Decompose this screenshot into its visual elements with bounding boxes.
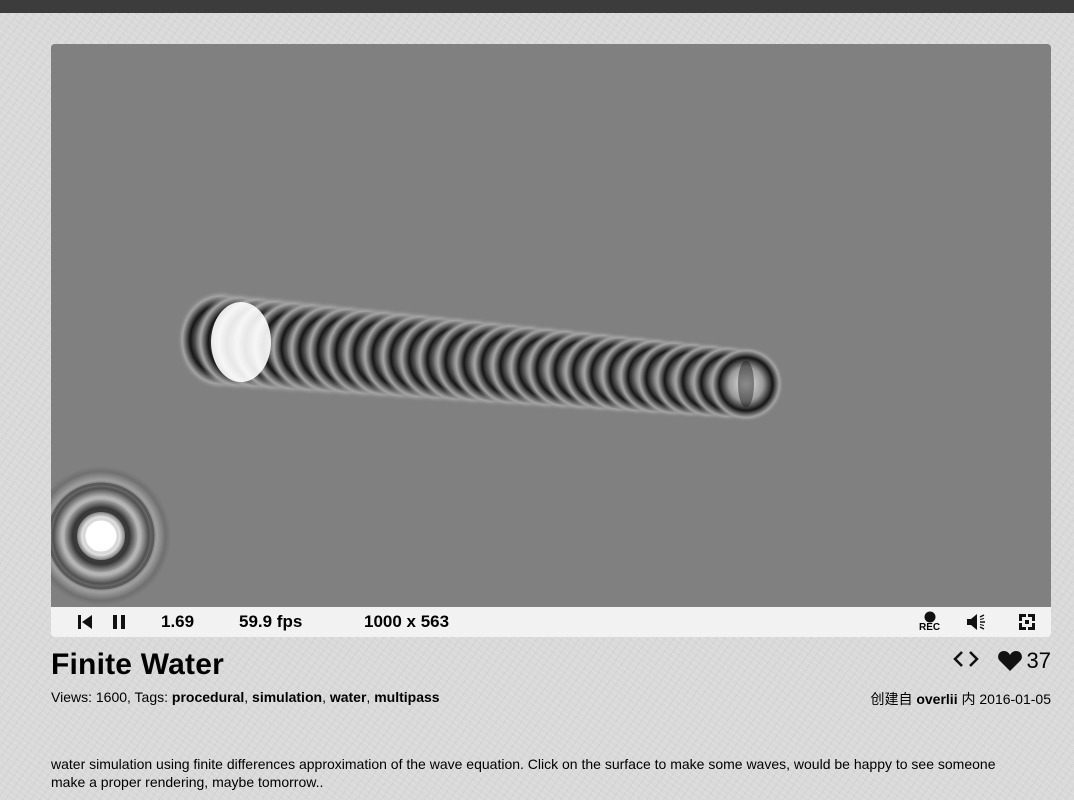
author-link[interactable]: overlii: [916, 691, 957, 707]
trail-core: [738, 360, 754, 408]
fps-readout: 59.9 fps: [239, 612, 303, 631]
time-readout: 1.69: [161, 612, 195, 631]
tag-procedural[interactable]: procedural: [172, 689, 244, 705]
water-simulation-render[interactable]: [51, 44, 1051, 607]
likes-count: 37: [1026, 648, 1051, 673]
shader-actions: 37: [952, 648, 1051, 674]
shader-description: water simulation using finite difference…: [51, 756, 996, 790]
created-date: 2016-01-05: [979, 691, 1051, 707]
volume-icon[interactable]: [966, 607, 990, 637]
shader-meta: Views: 1600, Tags: procedural, simulatio…: [51, 689, 440, 705]
trail-head: [211, 302, 271, 382]
skip-to-start-icon[interactable]: [77, 607, 93, 637]
resolution-readout: 1000 x 563: [364, 612, 450, 631]
shader-title: Finite Water: [51, 648, 224, 681]
created-in-label: 内: [961, 691, 976, 707]
heart-icon: [997, 651, 1022, 671]
views-and-tags-label: Views: 1600, Tags:: [51, 689, 172, 705]
like-button[interactable]: 37: [997, 648, 1051, 674]
tag-water[interactable]: water: [330, 689, 367, 705]
author-line: 创建自 overlii 内 2016-01-05: [870, 689, 1051, 709]
record-button[interactable]: REC: [919, 607, 940, 637]
player-controls: 1.69 59.9 fps 1000 x 563 REC: [51, 607, 1051, 637]
created-by-label: 创建自: [870, 691, 913, 707]
record-label: REC: [919, 622, 941, 633]
shader-canvas[interactable]: [51, 44, 1051, 607]
site-header-bar: [0, 0, 1074, 13]
fullscreen-icon[interactable]: [1018, 607, 1036, 637]
pause-icon[interactable]: [112, 607, 126, 637]
tag-multipass[interactable]: multipass: [374, 689, 439, 705]
code-icon[interactable]: [952, 650, 979, 673]
tag-simulation[interactable]: simulation: [252, 689, 322, 705]
